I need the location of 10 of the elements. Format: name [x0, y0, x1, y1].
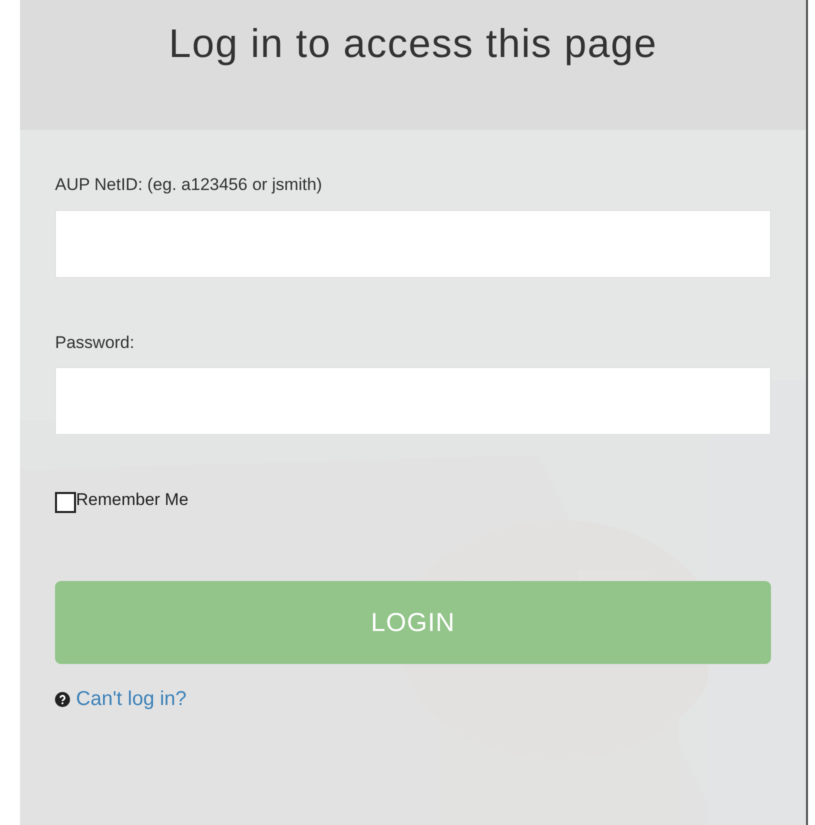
field-label: Password: [55, 332, 136, 354]
field-label: AUP NetID: (eg. a123456 or jsmith) [55, 174, 324, 196]
page-title: Log in to access this page [168, 21, 658, 68]
help-icon [55, 692, 70, 706]
input-field[interactable] [55, 367, 771, 435]
checkbox[interactable] [55, 492, 76, 513]
input-field[interactable] [55, 210, 771, 278]
cant-login-link[interactable]: Can't log in? [76, 684, 187, 714]
checkbox-label: Remember Me [76, 489, 188, 511]
login-button[interactable]: LOGIN [55, 581, 771, 664]
